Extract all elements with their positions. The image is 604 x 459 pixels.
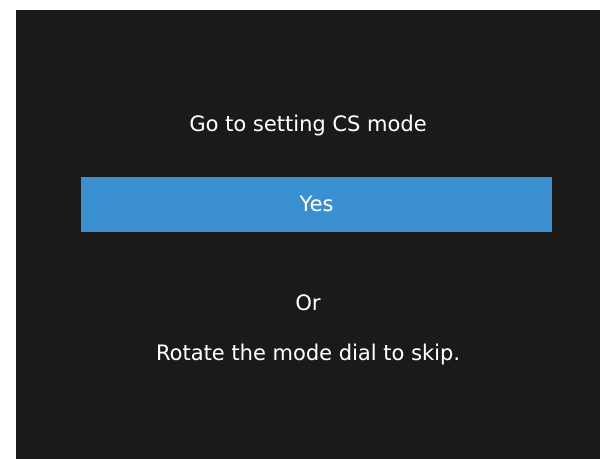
rotate-dial-hint: Rotate the mode dial to skip. bbox=[155, 341, 461, 365]
camera-menu-screen: Go to setting CS mode Yes Or Rotate the … bbox=[16, 10, 600, 459]
prompt-title: Go to setting CS mode bbox=[189, 112, 427, 136]
or-label: Or bbox=[295, 291, 321, 315]
yes-button[interactable]: Yes bbox=[81, 177, 552, 232]
